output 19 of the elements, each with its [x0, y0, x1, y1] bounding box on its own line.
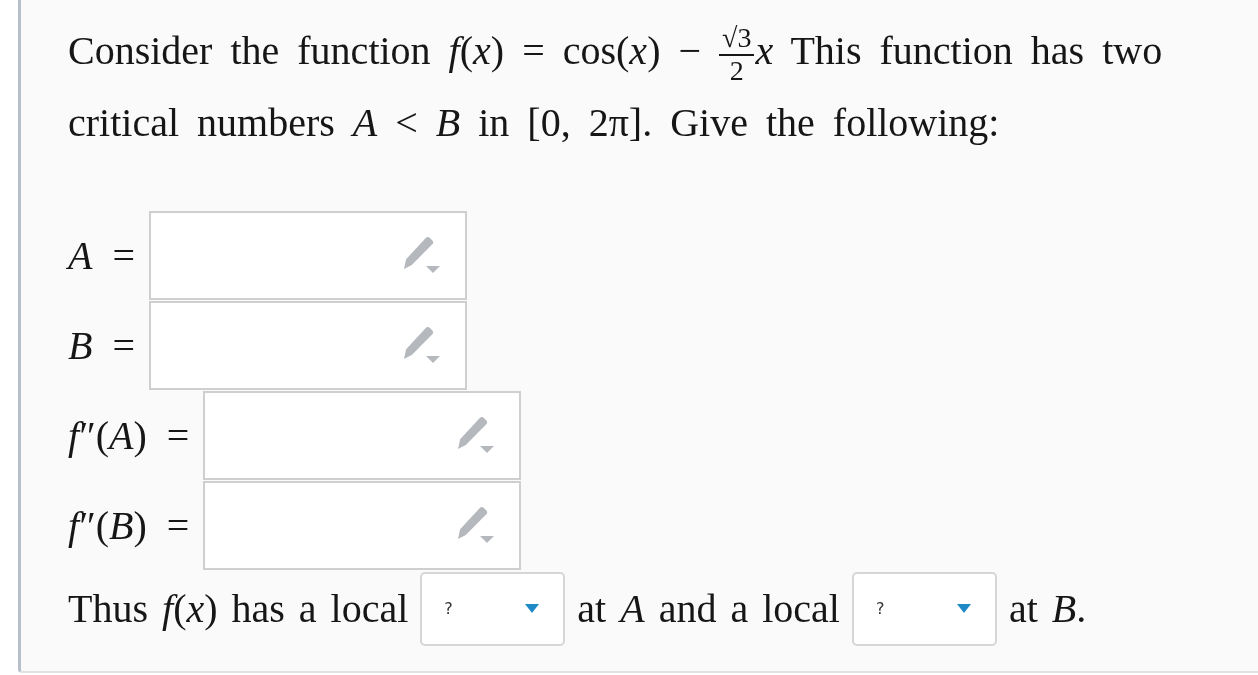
dropdown[interactable]: ? [851, 571, 997, 646]
equation-label: A = [68, 231, 135, 279]
answer-field[interactable] [149, 300, 467, 390]
dropdown[interactable]: ? [420, 571, 566, 646]
caret-icon [525, 604, 540, 614]
pencil-icon[interactable] [455, 416, 496, 455]
equation-label: f″(A) = [68, 411, 190, 459]
pencil-icon[interactable] [401, 326, 441, 365]
sentence-text: at A and a local [577, 585, 840, 633]
sentence-text: Thus f(x) has a local [68, 585, 409, 633]
pencil-icon[interactable] [401, 236, 441, 275]
pencil-icon[interactable] [455, 506, 496, 545]
equation-label: B = [68, 321, 135, 369]
sentence-text: at B. [1008, 585, 1087, 633]
answer-field[interactable] [149, 210, 467, 300]
answer-field[interactable] [203, 390, 522, 480]
answer-field[interactable] [203, 480, 522, 570]
equation-label: f″(B) = [68, 501, 190, 549]
caret-icon [956, 604, 971, 614]
